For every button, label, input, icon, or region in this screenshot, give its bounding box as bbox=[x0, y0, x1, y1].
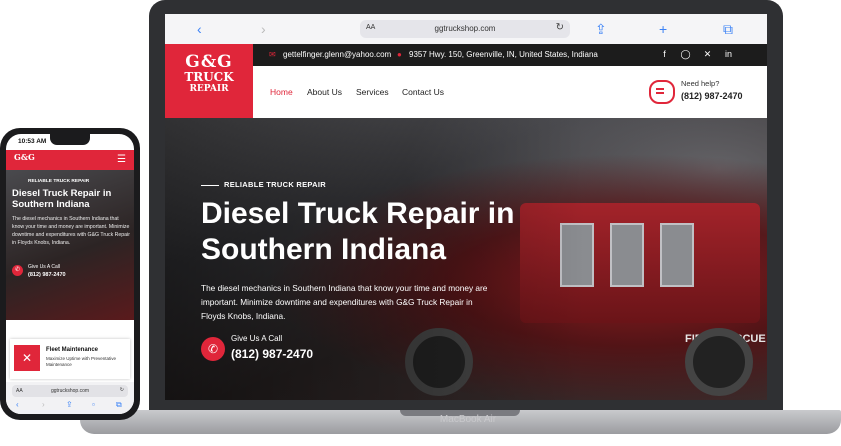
phone-hero-eyebrow: RELIABLE TRUCK REPAIR bbox=[28, 179, 90, 184]
wrench-icon: ✕ bbox=[14, 345, 40, 371]
nav-services[interactable]: Services bbox=[356, 87, 389, 97]
logo-line-1: G&G bbox=[185, 52, 233, 72]
reload-icon[interactable]: ↻ bbox=[556, 22, 564, 33]
main-navbar: Home About Us Services Contact Us Need h… bbox=[253, 66, 767, 118]
nav-about-us[interactable]: About Us bbox=[307, 87, 342, 97]
hero-eyebrow: RELIABLE TRUCK REPAIR bbox=[201, 180, 326, 189]
address-bar[interactable]: AA ggtruckshop.com ↻ bbox=[360, 20, 570, 38]
forward-icon[interactable]: › bbox=[42, 400, 45, 409]
phone-site-header: G&G ☰ bbox=[6, 150, 134, 170]
laptop-model-label: MacBook Air bbox=[439, 414, 497, 425]
phone-browser-bar: AA ggtruckshop.com ↻ ‹ › ⇪ ▫ ⧉ bbox=[6, 382, 134, 414]
help-phone-link[interactable]: (812) 987-2470 bbox=[681, 91, 743, 101]
service-card-description: Maximize Uptime with Preventative Mainte… bbox=[46, 356, 117, 367]
phone-frame: 10:53 AM G&G ☰ RELIABLE TRUCK REPAIR Die… bbox=[0, 128, 140, 420]
hero-title: Diesel Truck Repair in Southern Indiana bbox=[201, 197, 515, 266]
email-link[interactable]: gettelfinger.glenn@yahoo.com bbox=[283, 50, 391, 59]
logo-line-2: TRUCK bbox=[184, 70, 234, 84]
forward-icon[interactable]: › bbox=[261, 21, 266, 37]
back-icon[interactable]: ‹ bbox=[16, 400, 19, 409]
laptop-screen: ‹ › AA ggtruckshop.com ↻ ⇪ + ⧉ ✉ gettelf… bbox=[165, 14, 767, 400]
truck-wheel bbox=[685, 328, 753, 396]
chat-support-icon bbox=[649, 80, 675, 104]
mail-icon: ✉ bbox=[269, 50, 276, 59]
status-time: 10:53 AM bbox=[18, 138, 47, 145]
tabs-icon[interactable]: ⧉ bbox=[723, 21, 733, 38]
nav-contact-us[interactable]: Contact Us bbox=[402, 87, 444, 97]
back-icon[interactable]: ‹ bbox=[197, 21, 202, 37]
facebook-icon[interactable]: f bbox=[659, 49, 670, 60]
hero-phone-link[interactable]: (812) 987-2470 bbox=[231, 347, 313, 361]
instagram-icon[interactable]: ◯ bbox=[680, 49, 691, 60]
logo-line-3: REPAIR bbox=[189, 84, 229, 94]
browser-toolbar: ‹ › AA ggtruckshop.com ↻ ⇪ + ⧉ bbox=[165, 14, 767, 45]
service-card[interactable]: ✕ Fleet Maintenance Maximize Uptime with… bbox=[10, 339, 130, 379]
phone-icon[interactable]: ✆ bbox=[201, 337, 225, 361]
service-card-title: Fleet Maintenance bbox=[46, 347, 99, 353]
phone-hero: RELIABLE TRUCK REPAIR Diesel Truck Repai… bbox=[6, 170, 134, 320]
phone-call-label: Give Us A Call bbox=[28, 264, 60, 270]
hero-section: FIRE - RESCUE RELIABLE TRUCK REPAIR Dies… bbox=[165, 118, 767, 400]
phone-screen: 10:53 AM G&G ☰ RELIABLE TRUCK REPAIR Die… bbox=[6, 134, 134, 414]
location-icon: ● bbox=[397, 50, 402, 59]
bookmarks-icon[interactable]: ▫ bbox=[92, 400, 95, 409]
contact-topbar: ✉ gettelfinger.glenn@yahoo.com ● 9357 Hw… bbox=[165, 44, 767, 66]
url-text: ggtruckshop.com bbox=[434, 24, 496, 33]
x-icon[interactable]: ✕ bbox=[702, 49, 713, 60]
phone-address-bar[interactable]: AA ggtruckshop.com ↻ bbox=[12, 385, 128, 397]
hero-description: The diesel mechanics in Southern Indiana… bbox=[201, 283, 488, 321]
linkedin-icon[interactable]: in bbox=[723, 49, 734, 60]
phone-hero-title: Diesel Truck Repair in Southern Indiana bbox=[12, 188, 112, 210]
new-tab-icon[interactable]: + bbox=[659, 21, 667, 37]
nav-home[interactable]: Home bbox=[270, 87, 293, 97]
phone-notch bbox=[50, 134, 90, 145]
phone-call-number[interactable]: (812) 987-2470 bbox=[28, 272, 66, 278]
need-help-label: Need help? bbox=[681, 79, 720, 88]
hamburger-menu-icon[interactable]: ☰ bbox=[117, 154, 126, 165]
tabs-icon[interactable]: ⧉ bbox=[116, 400, 122, 410]
site-logo[interactable]: G&G TRUCK REPAIR bbox=[165, 44, 253, 118]
address-text: 9357 Hwy. 150, Greenville, IN, United St… bbox=[409, 50, 598, 59]
phone-reload-icon[interactable]: ↻ bbox=[120, 387, 124, 393]
laptop-frame: ‹ › AA ggtruckshop.com ↻ ⇪ + ⧉ ✉ gettelf… bbox=[149, 0, 783, 414]
call-label: Give Us A Call bbox=[231, 334, 283, 343]
share-icon[interactable]: ⇪ bbox=[595, 21, 607, 38]
phone-call-icon[interactable]: ✆ bbox=[12, 265, 23, 276]
phone-url-text: ggtruckshop.com bbox=[50, 388, 90, 394]
phone-hero-description: The diesel mechanics in Southern Indiana… bbox=[12, 216, 130, 246]
phone-logo[interactable]: G&G bbox=[14, 152, 35, 162]
share-icon[interactable]: ⇪ bbox=[66, 400, 73, 409]
